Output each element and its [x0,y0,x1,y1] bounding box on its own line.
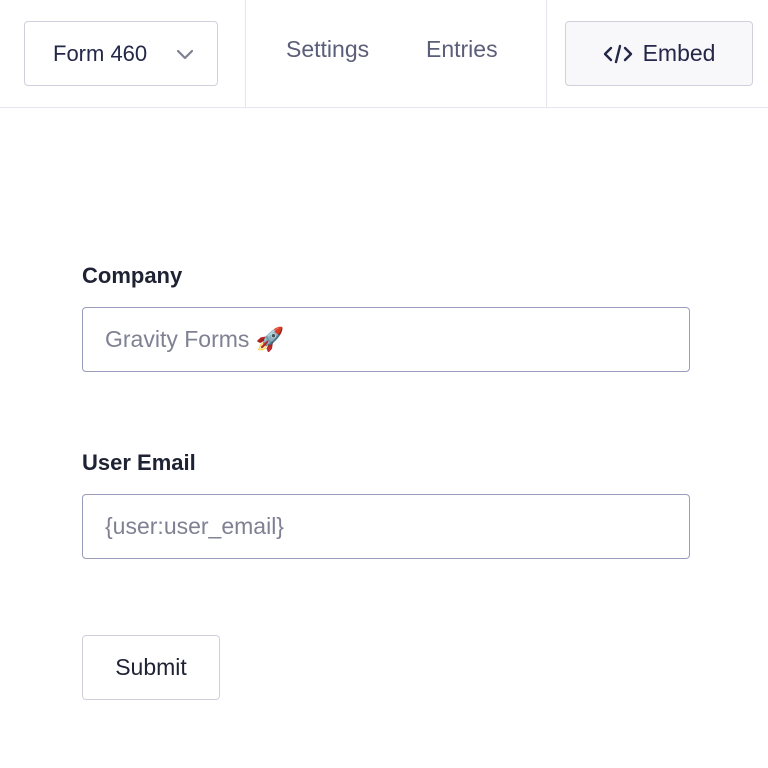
embed-button-label: Embed [642,40,716,66]
submit-button-label: Submit [115,654,187,680]
tab-entries[interactable]: Entries [426,36,498,63]
toolbar-divider [546,0,547,108]
form-selector-label: Form 460 [53,40,148,66]
submit-button[interactable]: Submit [82,635,220,700]
company-input-value: Gravity Forms 🚀 [105,326,285,352]
tab-settings[interactable]: Settings [286,36,369,63]
toolbar-divider [245,0,246,108]
user-email-input[interactable]: {user:user_email} [82,494,690,559]
toolbar: Form 460 Settings Entries Embed [0,0,768,108]
form-selector[interactable]: Form 460 [24,21,218,86]
company-label: Company [82,263,183,288]
code-icon [603,44,632,63]
user-email-input-value: {user:user_email} [105,513,284,539]
user-email-label: User Email [82,450,196,475]
embed-button[interactable]: Embed [565,21,753,86]
chevron-down-icon [176,49,194,60]
company-input[interactable]: Gravity Forms 🚀 [82,307,690,372]
